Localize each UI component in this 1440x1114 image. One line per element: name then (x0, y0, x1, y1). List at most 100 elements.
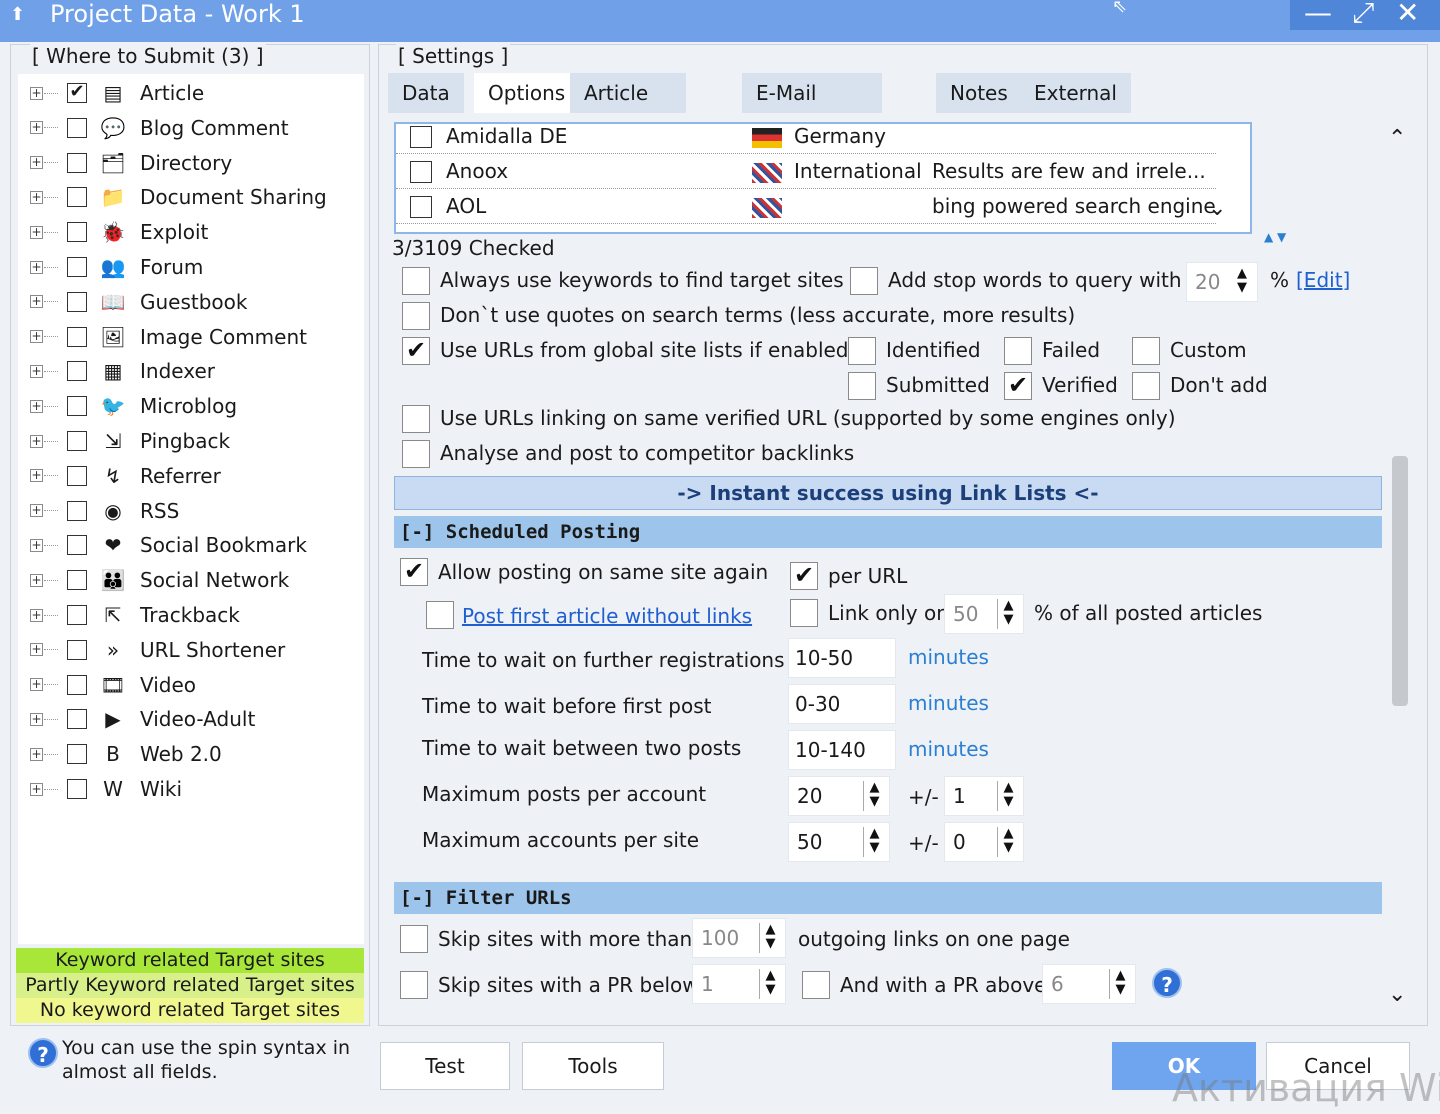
tree-item-video-adult[interactable]: + ▶ Video-Adult (18, 702, 358, 736)
tree-item-trackback[interactable]: + ⇱ Trackback (18, 598, 358, 632)
expand-icon[interactable]: + (30, 121, 43, 135)
tab-data[interactable]: Data (388, 73, 464, 113)
tree-item-checkbox[interactable] (67, 674, 87, 695)
scroll-down-icon[interactable]: ⌄ (1388, 982, 1406, 1007)
tree-item-document-sharing[interactable]: + 📁 Document Sharing (18, 180, 358, 214)
max-accounts-variance-stepper[interactable]: 0 ▲ ▼ (944, 822, 1024, 862)
tree-item-forum[interactable]: + 👥 Forum (18, 250, 358, 284)
pr-above-stepper[interactable]: 6 ▲ ▼ (1042, 964, 1136, 1004)
expand-icon[interactable]: + (30, 225, 43, 239)
tools-button[interactable]: Tools (522, 1042, 664, 1090)
tree-item-image-comment[interactable]: + 🖼 Image Comment (18, 320, 358, 354)
no-quotes-checkbox[interactable] (402, 302, 430, 330)
tree-item-checkbox[interactable] (67, 187, 87, 208)
skip-more-links-checkbox[interactable] (400, 925, 428, 953)
tree-item-pingback[interactable]: + ⇲ Pingback (18, 424, 358, 458)
expand-icon[interactable]: + (30, 504, 43, 518)
engine-checkbox[interactable] (410, 196, 432, 218)
tree-item-checkbox[interactable] (67, 291, 87, 312)
tree-item-exploit[interactable]: + 🐞 Exploit (18, 215, 358, 249)
dont-add-checkbox[interactable] (1132, 372, 1160, 400)
wait-registrations-input[interactable]: 10-50 (788, 638, 896, 678)
tab-external-apis[interactable]: External APIs (1020, 73, 1131, 145)
max-accounts-stepper[interactable]: 50 ▲ ▼ (788, 822, 890, 862)
tree-item-checkbox[interactable] (67, 257, 87, 277)
list-item[interactable]: Amidalla DE Germany (396, 124, 1216, 154)
use-global-lists-checkbox[interactable]: ✔ (402, 337, 430, 365)
vertical-scrollbar-thumb[interactable] (1392, 456, 1408, 706)
expand-icon[interactable]: + (30, 190, 43, 204)
expand-icon[interactable]: + (30, 573, 43, 587)
scroll-up-icon[interactable]: ⌃ (1388, 126, 1406, 151)
tree-item-blog-comment[interactable]: + 💬 Blog Comment (18, 111, 358, 145)
identified-checkbox[interactable] (848, 337, 876, 365)
allow-posting-again-checkbox[interactable]: ✔ (400, 558, 428, 586)
help-icon[interactable]: ? (28, 1038, 58, 1068)
tree-item-url-shortener[interactable]: + » URL Shortener (18, 633, 358, 667)
tree-item-checkbox[interactable] (67, 709, 87, 730)
tree-item-web-2-0[interactable]: + B Web 2.0 (18, 737, 358, 771)
wait-first-post-input[interactable]: 0-30 (788, 684, 896, 724)
tab-options[interactable]: Options (474, 73, 580, 113)
link-lists-banner[interactable]: -> Instant success using Link Lists <- (394, 476, 1382, 510)
tree-item-checkbox[interactable] (67, 431, 87, 451)
per-url-checkbox[interactable]: ✔ (790, 562, 818, 590)
verified-checkbox[interactable]: ✔ (1004, 372, 1032, 400)
engine-list[interactable]: Amidalla DE Germany Anoox International … (394, 122, 1252, 234)
expand-icon[interactable]: + (30, 330, 43, 344)
skip-pr-below-checkbox[interactable] (400, 971, 428, 999)
tree-item-referrer[interactable]: + ↯ Referrer (18, 459, 358, 493)
always-keywords-checkbox[interactable] (402, 267, 430, 295)
engine-checkbox[interactable] (410, 161, 432, 183)
tree-item-directory[interactable]: + 🗂 Directory (18, 146, 358, 180)
link-only-percent-stepper[interactable]: 50 ▲ ▼ (944, 594, 1024, 634)
expand-icon[interactable]: + (30, 782, 43, 796)
tree-item-rss[interactable]: + ◉ RSS (18, 494, 358, 528)
tree-item-social-network[interactable]: + 👪 Social Network (18, 563, 358, 597)
sort-arrows-icon[interactable]: ▲ ▼ (1264, 230, 1286, 244)
tree-item-checkbox[interactable] (67, 117, 87, 138)
test-button[interactable]: Test (380, 1042, 510, 1090)
tree-item-checkbox[interactable]: ✔ (67, 83, 87, 103)
expand-icon[interactable]: + (30, 364, 43, 378)
expand-icon[interactable]: + (30, 538, 43, 552)
add-stop-words-checkbox[interactable] (850, 267, 878, 295)
outgoing-links-stepper[interactable]: 100 ▲ ▼ (692, 918, 786, 958)
tree-item-checkbox[interactable] (67, 222, 87, 243)
expand-icon[interactable]: + (30, 399, 43, 413)
max-posts-variance-stepper[interactable]: 1 ▲ ▼ (944, 776, 1024, 816)
competitor-backlinks-checkbox[interactable] (402, 440, 430, 468)
link-only-on-checkbox[interactable] (790, 599, 818, 627)
tree-item-microblog[interactable]: + 🐦 Microblog (18, 389, 358, 423)
list-item[interactable]: Anoox International Results are few and … (396, 155, 1216, 189)
tree-item-wiki[interactable]: + W Wiki (18, 772, 358, 806)
pr-below-stepper[interactable]: 1 ▲ ▼ (692, 964, 786, 1004)
tab-article-manager[interactable]: Article Manager (570, 73, 686, 145)
platform-tree[interactable]: + ✔ ▤ Article + 💬 Blog Comment + 🗂 Directory + 📁 Doc… (18, 74, 364, 944)
expand-icon[interactable]: + (30, 678, 43, 692)
minimize-button[interactable]: — (1304, 0, 1332, 28)
tree-item-article[interactable]: + ✔ ▤ Article (18, 76, 358, 110)
tree-item-video[interactable]: + 🎞 Video (18, 668, 358, 702)
expand-icon[interactable]: + (30, 712, 43, 726)
post-first-without-links-checkbox[interactable] (426, 601, 454, 629)
tree-item-checkbox[interactable] (67, 152, 87, 173)
tree-item-checkbox[interactable] (67, 465, 87, 486)
pr-help-icon[interactable]: ? (1152, 968, 1182, 998)
scheduled-posting-header[interactable]: [-] Scheduled Posting (394, 516, 1382, 548)
tree-item-checkbox[interactable] (67, 396, 87, 417)
failed-checkbox[interactable] (1004, 337, 1032, 365)
list-scroll-down-icon[interactable]: ⌄ (1208, 196, 1226, 221)
expand-icon[interactable]: + (30, 608, 43, 622)
expand-icon[interactable]: + (30, 260, 43, 274)
stop-words-stepper[interactable]: 20 ▲ ▼ (1186, 262, 1258, 302)
tab-notes[interactable]: Notes (936, 73, 1022, 113)
expand-icon[interactable]: + (30, 156, 43, 170)
tree-item-checkbox[interactable] (67, 605, 87, 625)
post-first-without-links-link[interactable]: Post first article without links (462, 604, 752, 628)
filter-urls-header[interactable]: [-] Filter URLs (394, 882, 1382, 914)
engine-checkbox[interactable] (410, 126, 432, 148)
close-button[interactable]: ✕ (1396, 0, 1419, 28)
expand-icon[interactable]: + (30, 747, 43, 761)
custom-checkbox[interactable] (1132, 337, 1160, 365)
